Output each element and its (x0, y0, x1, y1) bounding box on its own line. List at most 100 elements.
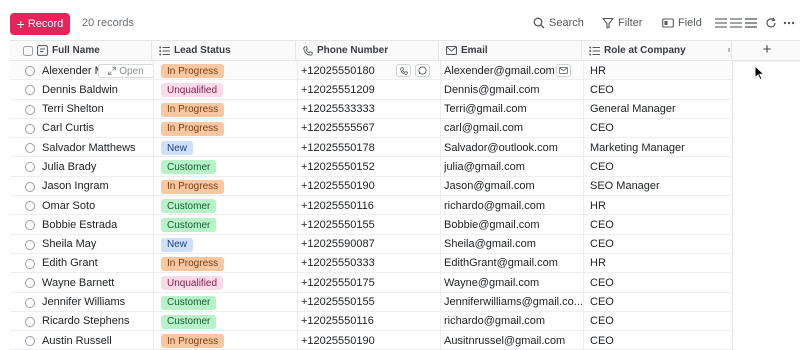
email-cell[interactable]: EdithGrant@gmail.com (444, 254, 584, 273)
phone-cell[interactable]: +12025550333 (301, 254, 441, 273)
role-cell[interactable]: CEO (590, 331, 730, 350)
phone-cell[interactable]: +12025550178 (301, 138, 441, 157)
status-badge[interactable]: In Progress (161, 102, 225, 117)
phone-cell[interactable]: +12025550152 (301, 157, 441, 176)
status-badge[interactable]: In Progress (161, 256, 225, 271)
table-row[interactable]: Dennis Baldwin Unqualified +12025551209 Den… (10, 80, 732, 100)
role-cell[interactable]: General Manager (590, 100, 730, 119)
status-badge[interactable]: In Progress (161, 334, 225, 349)
email-cell[interactable]: Jenniferwilliams@gmail.co... (444, 293, 584, 312)
column-header-full-name[interactable]: Full Name (10, 41, 152, 60)
table-row[interactable]: Carl Curtis In Progress +12025555567 carl@g… (10, 119, 732, 139)
row-checkbox[interactable] (25, 123, 35, 134)
table-row[interactable]: Julia Brady Customer +12025550152 julia@gma… (10, 157, 732, 177)
table-row[interactable]: Salvador Matthews New +12025550178 Salvador… (10, 138, 732, 158)
row-checkbox[interactable] (25, 220, 35, 231)
search-button[interactable]: Search (533, 17, 584, 29)
phone-cell[interactable]: +12025550155 (301, 215, 441, 234)
column-resize-handle[interactable] (728, 48, 730, 52)
full-name-cell[interactable]: Sheila May (42, 235, 152, 254)
row-checkbox[interactable] (25, 201, 35, 212)
status-badge[interactable]: In Progress (161, 179, 225, 194)
email-cell[interactable]: Salvador@outlook.com (444, 138, 584, 157)
role-cell[interactable]: SEO Manager (590, 177, 730, 196)
table-row[interactable]: Ricardo Stephens Customer +12025550116 rich… (10, 312, 732, 332)
row-checkbox[interactable] (25, 316, 35, 327)
email-cell[interactable]: richardo@gmail.com (444, 312, 584, 331)
role-cell[interactable]: Marketing Manager (590, 138, 730, 157)
add-record-button[interactable]: + Record (10, 13, 70, 35)
row-checkbox[interactable] (25, 258, 35, 269)
row-checkbox[interactable] (25, 297, 35, 308)
role-cell[interactable]: CEO (590, 273, 730, 292)
table-row[interactable]: Sheila May New +12025590087 Sheila@gmail.co… (10, 235, 732, 254)
status-badge[interactable]: Customer (161, 199, 217, 214)
status-badge[interactable]: Customer (161, 218, 217, 233)
status-badge[interactable]: In Progress (161, 64, 225, 78)
status-badge[interactable]: New (161, 237, 194, 252)
table-row[interactable]: Bobbie Estrada Customer +12025550155 Bobbie… (10, 215, 732, 235)
field-button[interactable]: Field (662, 17, 702, 29)
phone-cell[interactable]: +12025590087 (301, 235, 441, 254)
phone-cell[interactable]: +12025550116 (301, 312, 441, 331)
column-header-email[interactable]: Email (440, 41, 582, 60)
table-row[interactable]: Jason Ingram In Progress +12025550190 Jason… (10, 177, 732, 197)
phone-cell[interactable]: +12025550155 (301, 293, 441, 312)
full-name-cell[interactable]: Edith Grant (42, 254, 152, 273)
full-name-cell[interactable]: Omar Soto (42, 196, 152, 215)
table-row[interactable]: Edith Grant In Progress +12025550333 EdithG… (10, 254, 732, 274)
phone-cell[interactable]: +12025550175 (301, 273, 441, 292)
phone-cell[interactable]: +12025555567 (301, 119, 441, 138)
phone-cell[interactable]: +12025550190 (301, 331, 441, 350)
email-cell[interactable]: Terri@gmail.com (444, 100, 584, 119)
select-all-checkbox-icon[interactable] (23, 45, 33, 56)
table-row[interactable]: Jennifer Williams Customer +12025550155 Jen… (10, 293, 732, 312)
full-name-cell[interactable]: Carl Curtis (42, 119, 152, 138)
whatsapp-button[interactable] (415, 64, 430, 77)
email-cell[interactable]: richardo@gmail.com (444, 196, 584, 215)
full-name-cell[interactable]: Dennis Baldwin (42, 80, 152, 99)
status-badge[interactable]: Customer (161, 160, 217, 175)
open-record-button[interactable]: Open (98, 64, 154, 78)
more-options-icon[interactable] (782, 16, 796, 30)
email-cell[interactable]: Sheila@gmail.com (444, 235, 584, 254)
role-cell[interactable]: CEO (590, 119, 730, 138)
refresh-icon[interactable] (764, 16, 778, 30)
add-column-button[interactable]: + (760, 40, 774, 58)
email-cell[interactable]: julia@gmail.com (444, 157, 584, 176)
role-cell[interactable]: CEO (590, 293, 730, 312)
phone-cell[interactable]: +12025551209 (301, 80, 441, 99)
role-cell[interactable]: CEO (590, 80, 730, 99)
column-header-lead-status[interactable]: Lead Status (153, 41, 296, 60)
full-name-cell[interactable]: Ricardo Stephens (42, 312, 152, 331)
email-cell[interactable]: carl@gmail.com (444, 119, 584, 138)
send-email-button[interactable] (556, 64, 571, 77)
status-badge[interactable]: Customer (161, 295, 217, 310)
full-name-cell[interactable]: Bobbie Estrada (42, 215, 152, 234)
role-cell[interactable]: CEO (590, 235, 730, 254)
full-name-cell[interactable]: Jennifer Williams (42, 293, 152, 312)
row-height-compact-icon[interactable] (714, 16, 728, 30)
status-badge[interactable]: Customer (161, 314, 217, 329)
filter-button[interactable]: Filter (602, 17, 642, 29)
row-checkbox[interactable] (25, 85, 35, 96)
table-row[interactable]: Wayne Barnett Unqualified +12025550175 Wayn… (10, 273, 732, 293)
email-cell[interactable]: Jason@gmail.com (444, 177, 584, 196)
table-row[interactable]: Austin Russell In Progress +12025550190 Aus… (10, 331, 732, 350)
column-header-role[interactable]: Role at Company (583, 41, 732, 60)
row-checkbox[interactable] (25, 104, 35, 115)
full-name-cell[interactable]: Julia Brady (42, 157, 152, 176)
email-cell[interactable]: Bobbie@gmail.com (444, 215, 584, 234)
status-badge[interactable]: New (161, 141, 194, 156)
row-checkbox[interactable] (25, 181, 35, 192)
row-checkbox[interactable] (25, 239, 35, 250)
row-checkbox[interactable] (25, 143, 35, 154)
row-height-medium-icon[interactable] (729, 16, 743, 30)
role-cell[interactable]: CEO (590, 157, 730, 176)
row-checkbox[interactable] (25, 336, 35, 347)
table-row[interactable]: Alexender Martin Open In Progress +12025550… (10, 61, 732, 81)
status-badge[interactable]: In Progress (161, 121, 225, 136)
status-badge[interactable]: Unqualified (161, 83, 224, 98)
call-button[interactable] (396, 64, 411, 77)
email-cell[interactable]: Dennis@gmail.com (444, 80, 584, 99)
